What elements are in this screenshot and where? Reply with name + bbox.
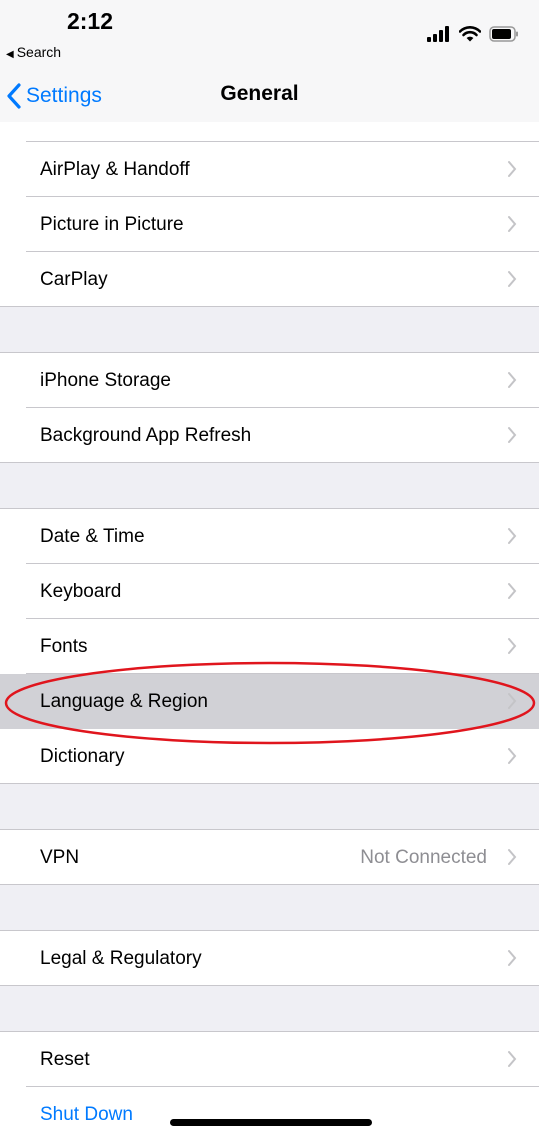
list-item-partial[interactable]	[0, 122, 539, 142]
shut-down-label: Shut Down	[40, 1103, 133, 1125]
section-gap	[0, 463, 539, 509]
list-item-label: Fonts	[40, 635, 88, 657]
wifi-icon	[459, 26, 481, 42]
list-item-vpn[interactable]: VPN Not Connected	[0, 830, 539, 885]
list-item-keyboard[interactable]: Keyboard	[0, 564, 539, 619]
list-item-picture-in-picture[interactable]: Picture in Picture	[0, 197, 539, 252]
list-item-reset[interactable]: Reset	[0, 1032, 539, 1087]
list-item-language-region[interactable]: Language & Region	[0, 674, 539, 729]
list-item-carplay[interactable]: CarPlay	[0, 252, 539, 307]
shut-down-button[interactable]: Shut Down	[0, 1087, 539, 1142]
back-triangle-icon: ◀	[6, 49, 14, 60]
page-title: General	[220, 82, 299, 105]
list-item-label: Legal & Regulatory	[40, 947, 202, 969]
section-gap	[0, 307, 539, 353]
list-item-label: Background App Refresh	[40, 424, 252, 446]
list-item-label: Dictionary	[40, 745, 125, 767]
list-item-label: Reset	[40, 1048, 90, 1070]
section-gap	[0, 784, 539, 830]
chevron-right-icon	[508, 748, 517, 764]
chevron-right-icon	[508, 693, 517, 709]
list-item-label: Date & Time	[40, 525, 145, 547]
row-divider	[0, 985, 539, 986]
list-item-legal-regulatory[interactable]: Legal & Regulatory	[0, 931, 539, 986]
vpn-status-value: Not Connected	[360, 846, 487, 868]
list-item-label: AirPlay & Handoff	[40, 158, 190, 180]
back-to-app-link[interactable]: ◀ Search	[6, 44, 61, 60]
chevron-right-icon	[508, 427, 517, 443]
chevron-right-icon	[508, 372, 517, 388]
row-divider	[0, 884, 539, 885]
list-item-label: Picture in Picture	[40, 213, 184, 235]
list-item-label: Keyboard	[40, 580, 122, 602]
chevron-right-icon	[508, 528, 517, 544]
section-gap	[0, 885, 539, 931]
status-icons	[427, 26, 519, 42]
chevron-right-icon	[508, 161, 517, 177]
home-indicator	[170, 1119, 372, 1126]
list-item-label: iPhone Storage	[40, 369, 171, 391]
list-item-label: Language & Region	[40, 690, 208, 712]
list-item-label: VPN	[40, 846, 80, 868]
cellular-signal-icon	[427, 26, 449, 42]
status-time: 2:12	[66, 8, 114, 34]
navigation-bar: Settings General	[0, 70, 539, 123]
status-bar: 2:12 ◀ Search	[0, 0, 539, 70]
list-item-dictionary[interactable]: Dictionary	[0, 729, 539, 784]
battery-icon	[489, 26, 518, 42]
list-item-background-app-refresh[interactable]: Background App Refresh	[0, 408, 539, 463]
list-item-date-time[interactable]: Date & Time	[0, 509, 539, 564]
chevron-right-icon	[508, 583, 517, 599]
chevron-right-icon	[508, 216, 517, 232]
chevron-right-icon	[508, 271, 517, 287]
settings-list: AirPlay & Handoff Picture in Picture Car…	[0, 122, 539, 1142]
chevron-right-icon	[508, 638, 517, 654]
list-item-airplay-handoff[interactable]: AirPlay & Handoff	[0, 142, 539, 197]
row-divider	[0, 462, 539, 463]
section-gap	[0, 986, 539, 1032]
list-item-iphone-storage[interactable]: iPhone Storage	[0, 353, 539, 408]
back-app-label: Search	[16, 44, 62, 60]
chevron-right-icon	[508, 1051, 517, 1067]
row-divider	[0, 306, 539, 307]
chevron-right-icon	[508, 849, 517, 865]
list-item-label: CarPlay	[40, 268, 108, 290]
list-item-fonts[interactable]: Fonts	[0, 619, 539, 674]
chevron-right-icon	[508, 950, 517, 966]
row-divider	[0, 783, 539, 784]
